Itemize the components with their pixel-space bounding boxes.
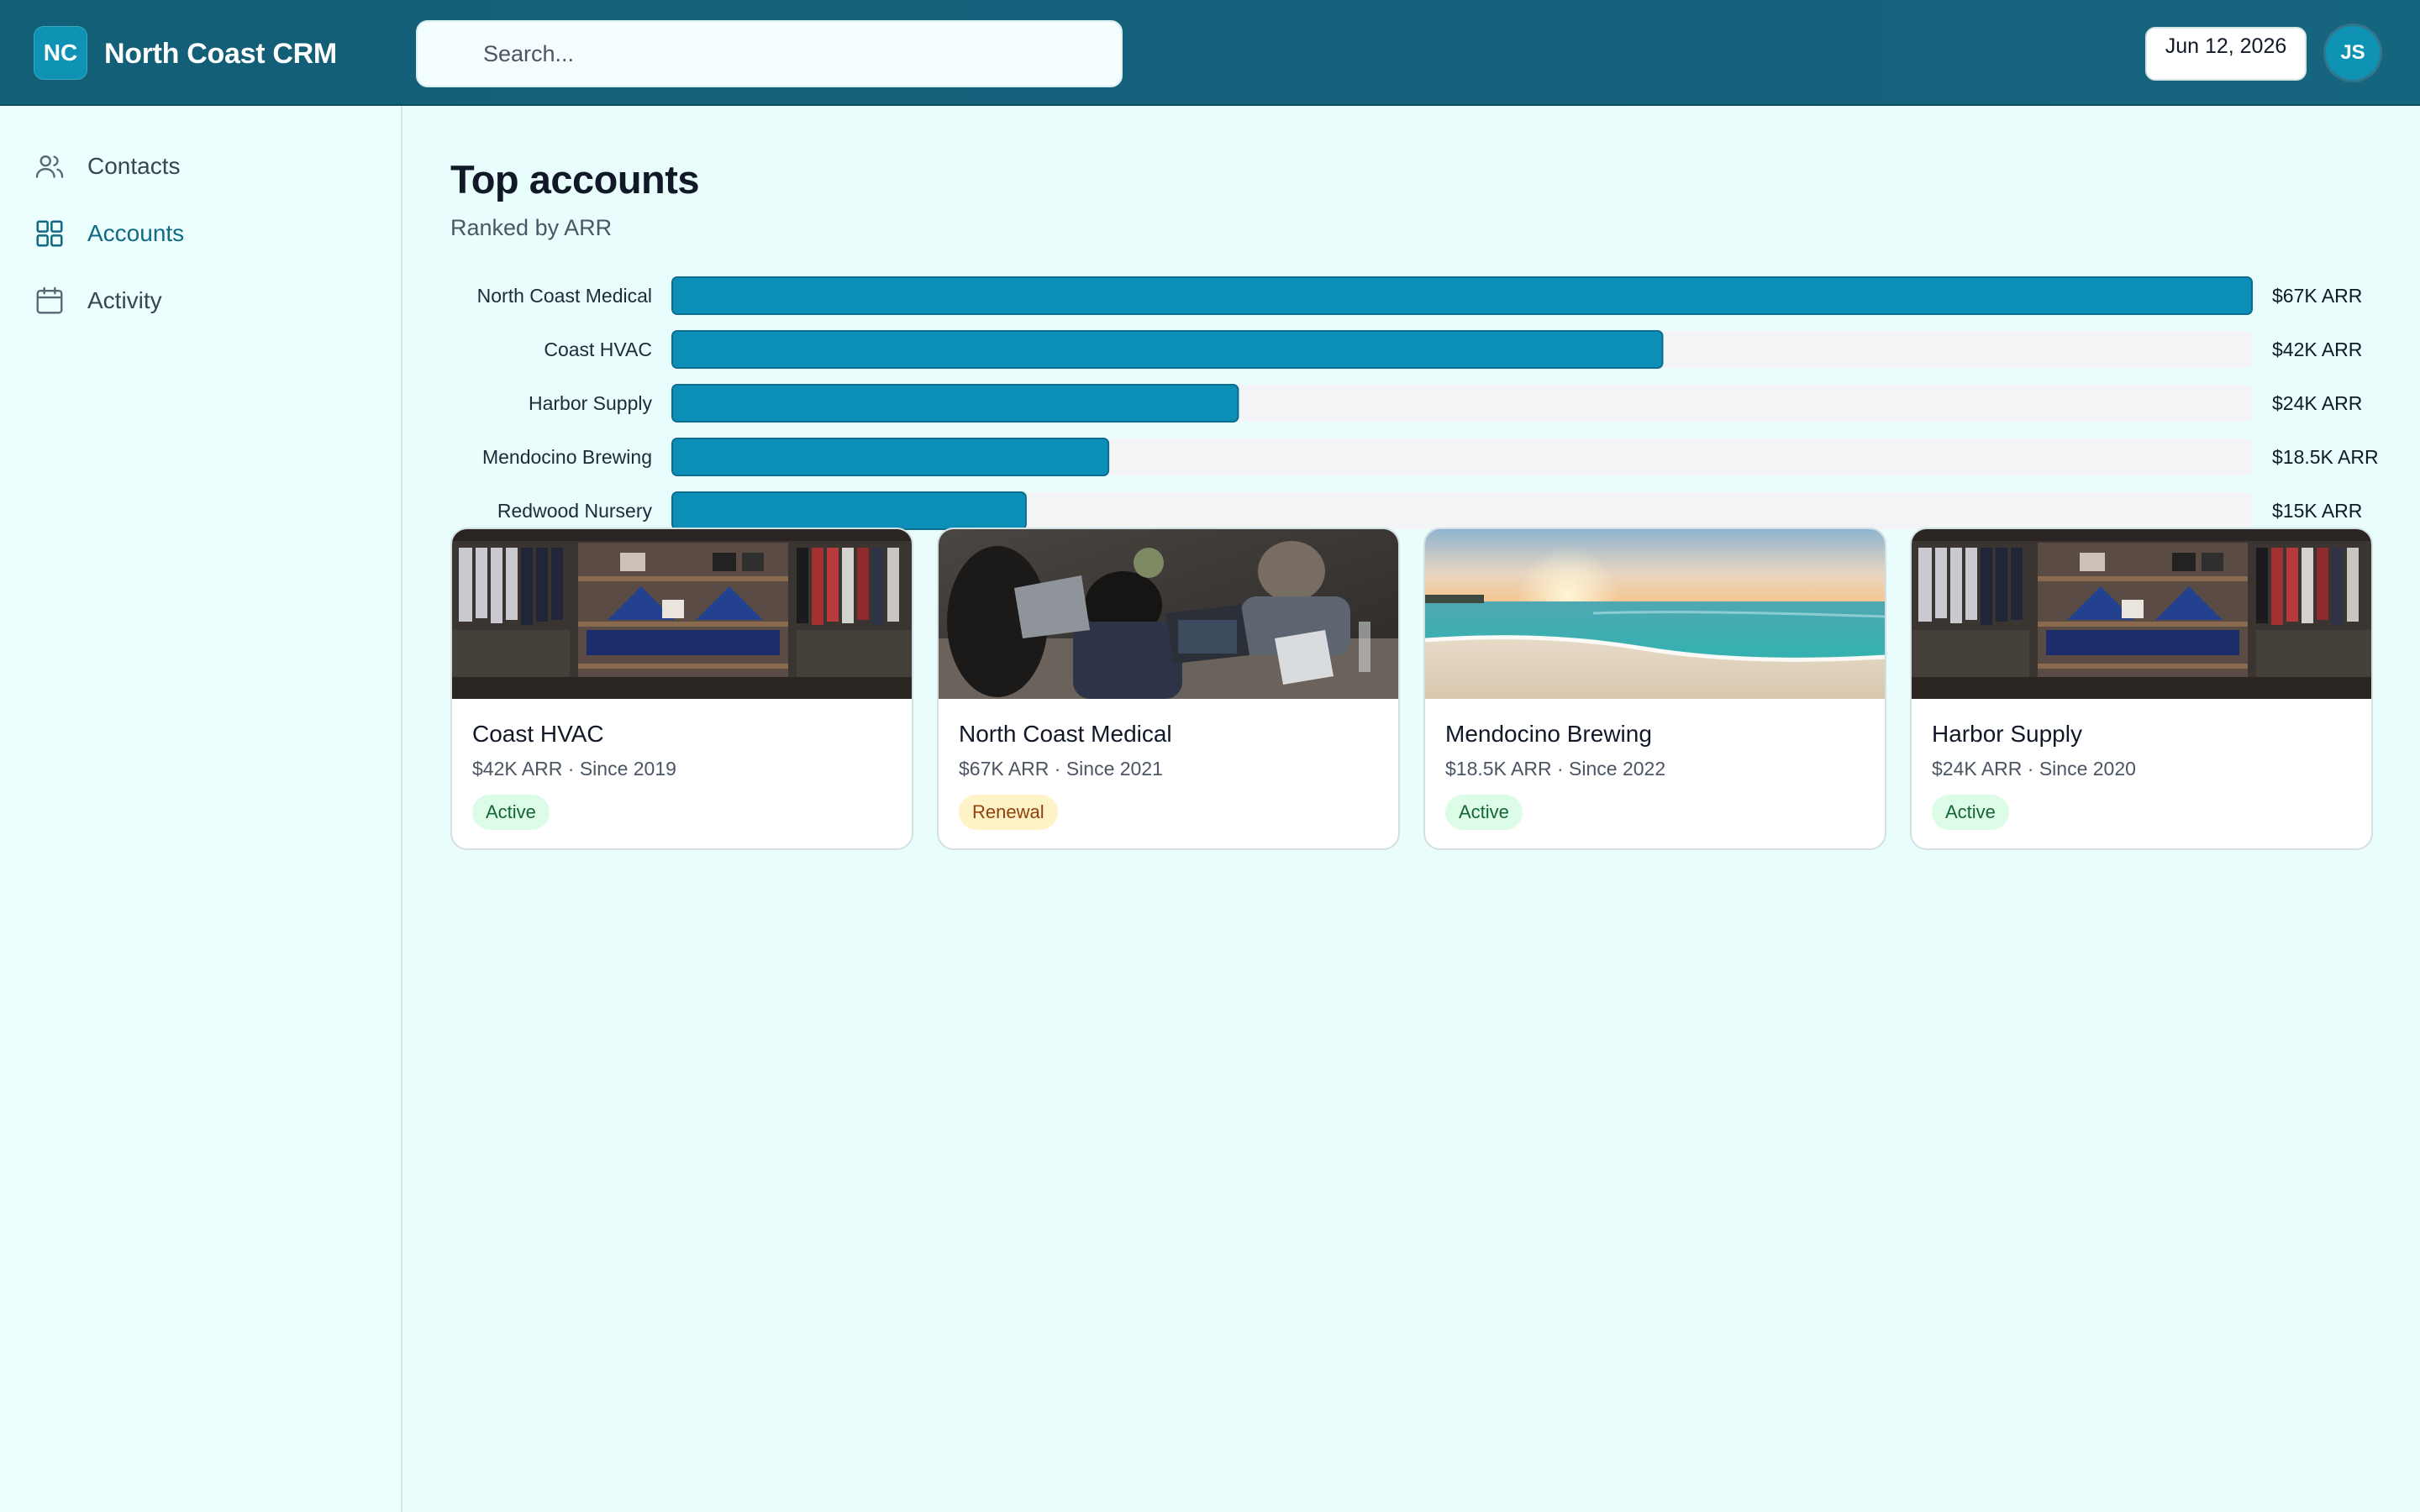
account-card-title: North Coast Medical xyxy=(959,721,1172,747)
chart-value-label: $18.5K ARR xyxy=(2272,446,2379,468)
app-name[interactable]: North Coast CRM xyxy=(104,35,337,72)
chart-category-label: North Coast Medical xyxy=(477,285,652,307)
chart-bar[interactable] xyxy=(671,438,1110,476)
account-card-meta: $24K ARR · Since 2020 xyxy=(1932,758,2136,780)
sidebar-item-label: Contacts xyxy=(87,153,181,179)
account-card-meta: $18.5K ARR · Since 2022 xyxy=(1445,758,1666,780)
account-card-meta: $42K ARR · Since 2019 xyxy=(472,758,676,780)
chart-bar[interactable] xyxy=(671,491,1027,530)
chart-value-label: $24K ARR xyxy=(2272,392,2362,414)
account-card-image xyxy=(1912,529,2371,699)
chart-category-label: Harbor Supply xyxy=(529,392,653,414)
date-picker[interactable]: Jun 12, 2026 xyxy=(2145,27,2307,81)
account-card-title: Mendocino Brewing xyxy=(1445,721,1652,747)
sidebar-item-activity[interactable]: Activity xyxy=(34,276,387,326)
calendar-icon xyxy=(36,286,63,314)
sidebar-item-label: Activity xyxy=(87,287,162,313)
chart-bar[interactable] xyxy=(671,330,1664,369)
chart-bar[interactable] xyxy=(671,276,2253,315)
sidebar-item-contacts[interactable]: Contacts xyxy=(34,141,387,192)
chart-value-label: $42K ARR xyxy=(2272,339,2362,360)
top-bar: NC North Coast CRM Jun 12, 2026 JS xyxy=(0,0,2420,106)
chart-category-label: Coast HVAC xyxy=(544,339,652,360)
account-card-title: Harbor Supply xyxy=(1932,721,2082,747)
account-card-image xyxy=(452,529,912,699)
search-icon xyxy=(439,44,460,65)
chart-value-label: $15K ARR xyxy=(2272,500,2362,522)
app-logo[interactable]: NC xyxy=(34,26,87,80)
status-badge: Active xyxy=(472,795,550,830)
chart-category-label: Mendocino Brewing xyxy=(482,446,652,468)
search-input[interactable] xyxy=(483,22,1105,86)
page-subtitle: Ranked by ARR xyxy=(450,215,613,240)
account-card-meta: $67K ARR · Since 2021 xyxy=(959,758,1163,780)
page-title: Top accounts xyxy=(450,157,700,202)
chart-category-label: Redwood Nursery xyxy=(497,500,653,522)
account-card[interactable]: Coast HVAC $42K ARR · Since 2019 Active xyxy=(450,528,913,850)
sidebar: Contacts Accounts Activity xyxy=(0,106,402,1512)
sidebar-item-accounts[interactable]: Accounts xyxy=(34,208,387,259)
account-card-image xyxy=(939,529,1398,699)
account-card[interactable]: North Coast Medical $67K ARR · Since 202… xyxy=(937,528,1400,850)
account-cards: Coast HVAC $42K ARR · Since 2019 Active xyxy=(450,528,2373,850)
account-card[interactable]: Mendocino Brewing $18.5K ARR · Since 202… xyxy=(1423,528,1886,850)
account-card[interactable]: Harbor Supply $24K ARR · Since 2020 Acti… xyxy=(1910,528,2373,850)
chart-bar[interactable] xyxy=(671,384,1239,423)
user-avatar[interactable]: JS xyxy=(2326,26,2380,80)
status-badge: Active xyxy=(1445,795,1523,830)
account-card-title: Coast HVAC xyxy=(472,721,604,747)
account-card-image xyxy=(1425,529,1885,699)
search-box[interactable] xyxy=(416,20,1123,87)
grid-icon xyxy=(36,220,63,247)
users-icon xyxy=(35,155,64,178)
status-badge: Active xyxy=(1932,795,2009,830)
status-badge: Renewal xyxy=(959,795,1058,830)
chart-value-label: $67K ARR xyxy=(2272,285,2362,307)
sidebar-item-label: Accounts xyxy=(87,220,185,246)
arr-bar-chart: North Coast Medical $67K ARR Coast HVAC $42… xyxy=(477,276,2379,530)
